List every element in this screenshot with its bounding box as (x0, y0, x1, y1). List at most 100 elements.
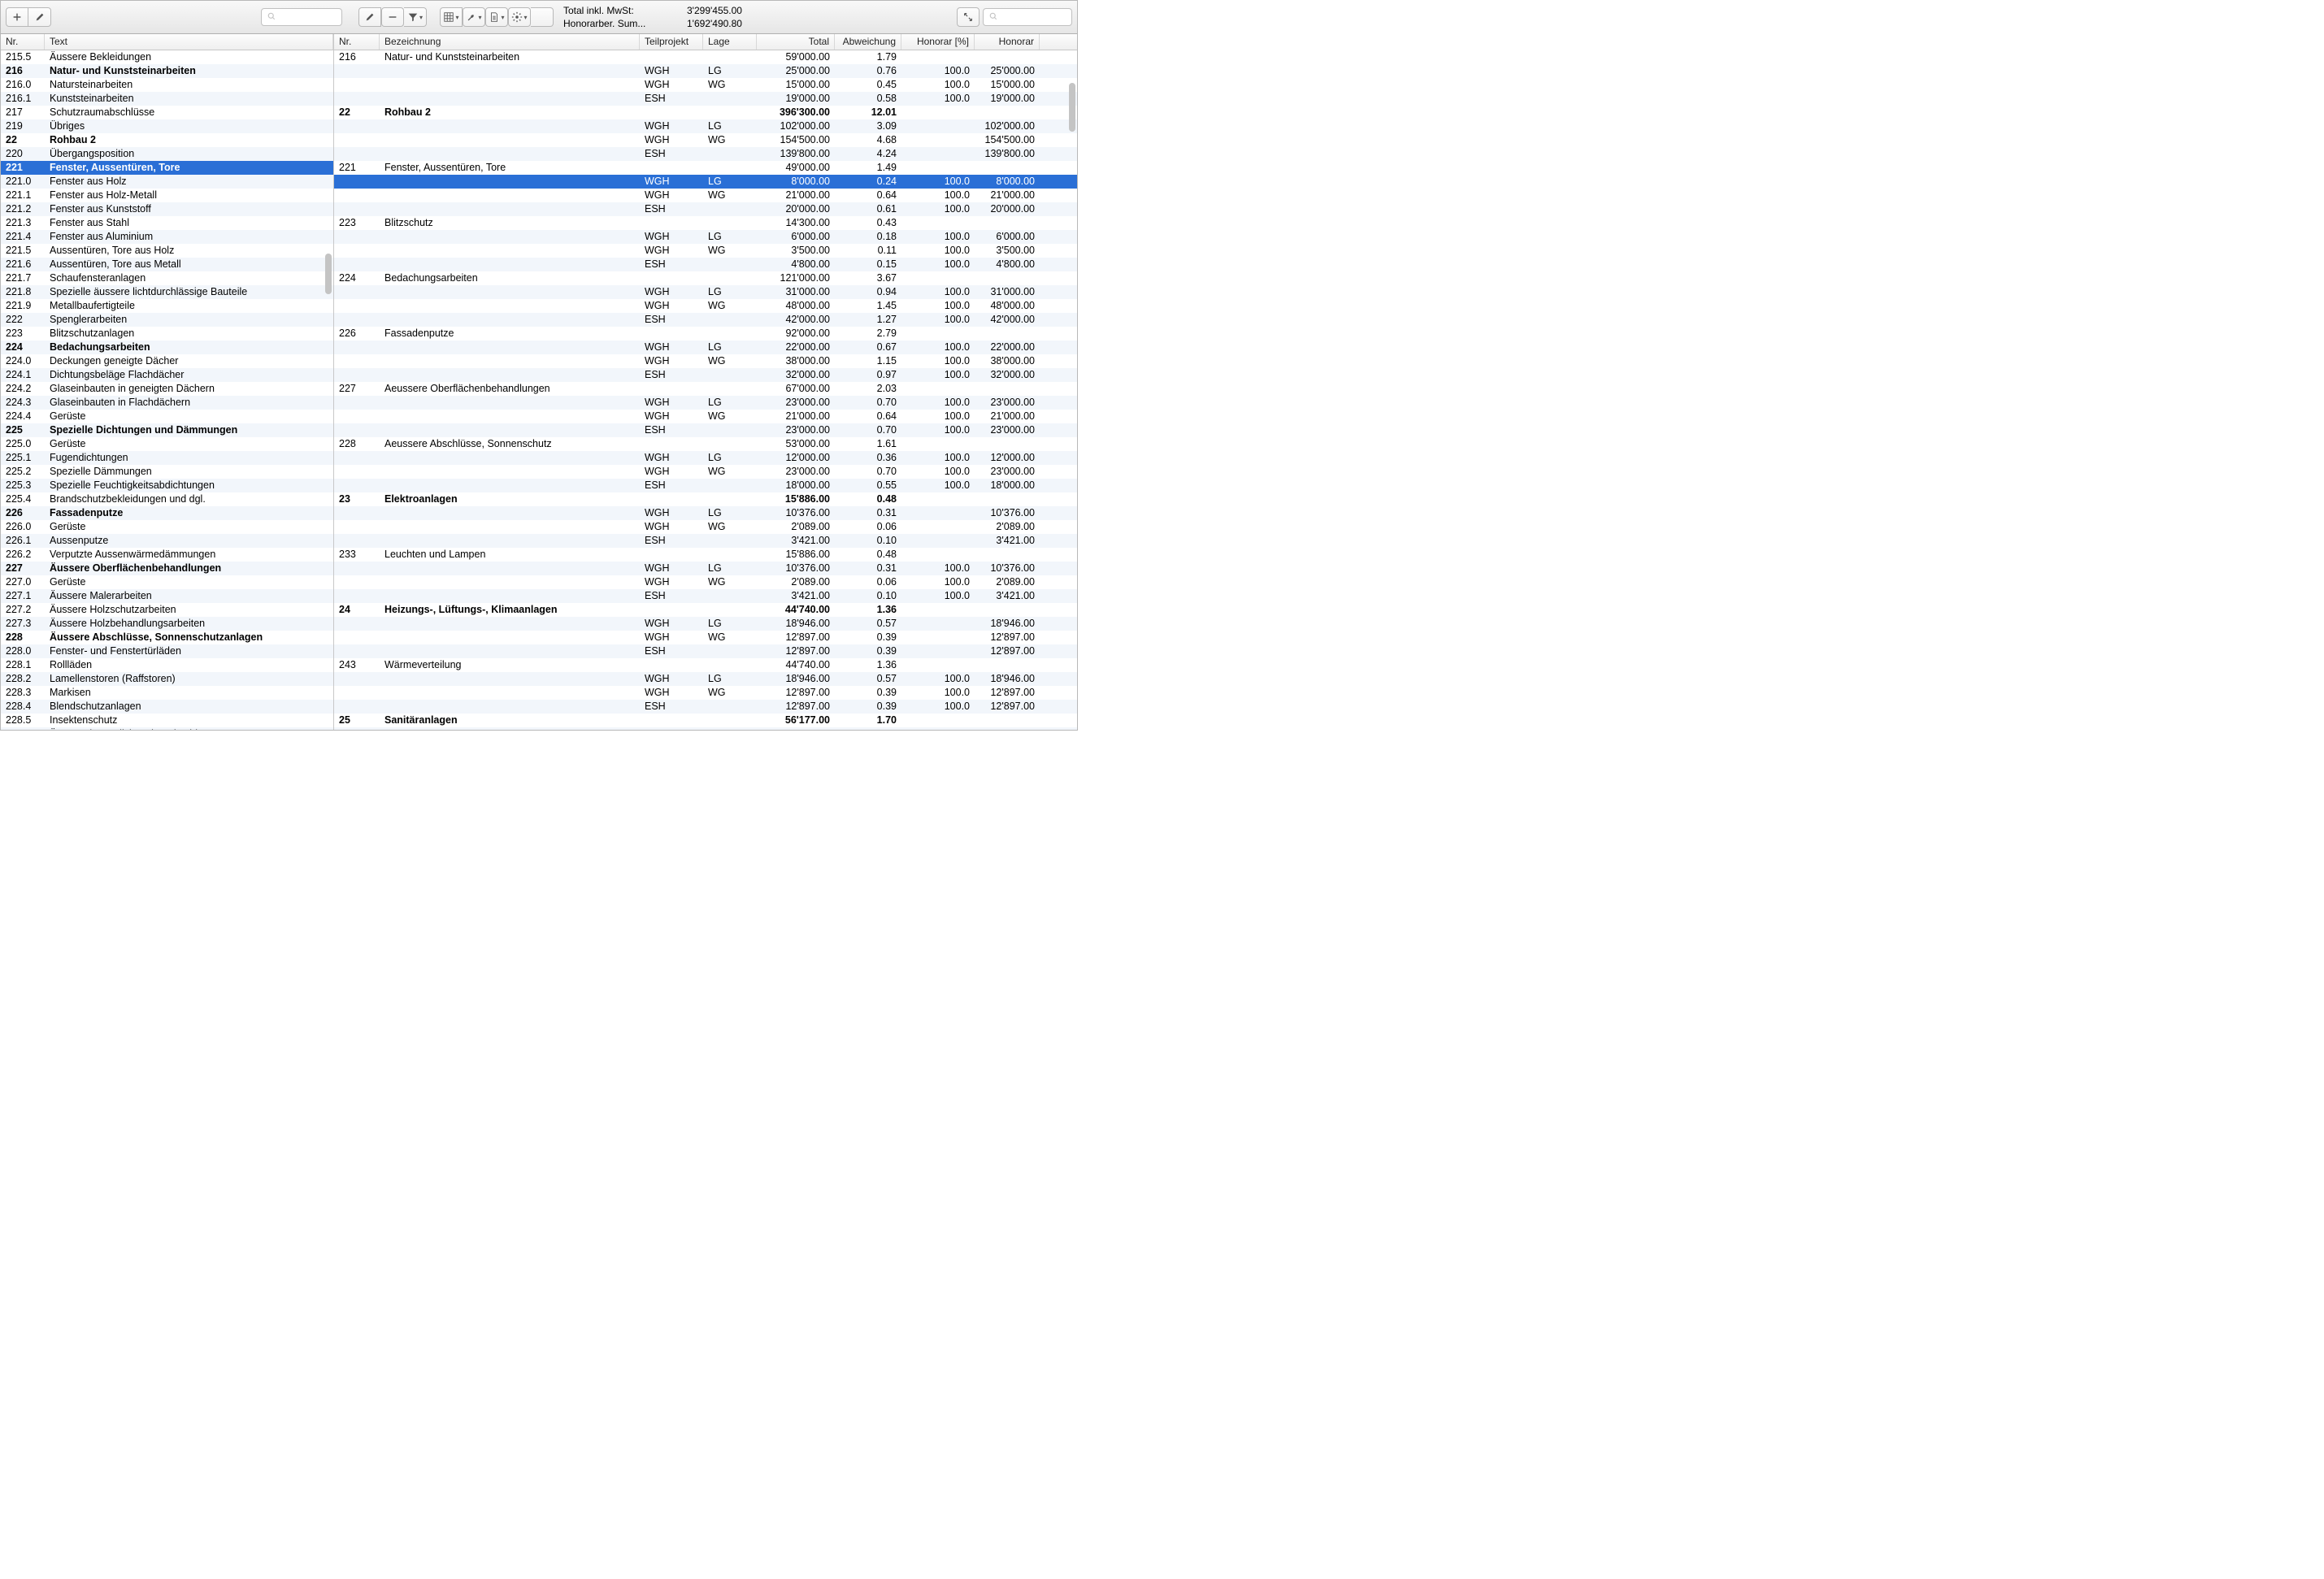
left-search[interactable] (261, 8, 342, 26)
table-row[interactable]: 228.1Rollläden (1, 658, 333, 672)
table-row[interactable]: 221.7Schaufensteranlagen (1, 271, 333, 285)
edit-button[interactable] (28, 7, 51, 27)
table-row[interactable]: 216Natur- und Kunststeinarbeiten (1, 64, 333, 78)
table-row[interactable]: 225.1Fugendichtungen (1, 451, 333, 465)
table-row[interactable]: WGHWG38'000.001.15100.038'000.00 (334, 354, 1077, 368)
table-row[interactable]: 221.5Aussentüren, Tore aus Holz (1, 244, 333, 258)
table-row[interactable]: 221Fenster, Aussentüren, Tore (1, 161, 333, 175)
table-row[interactable]: 228.2Lamellenstoren (Raffstoren) (1, 672, 333, 686)
expand-button[interactable] (957, 7, 980, 27)
table-row[interactable]: 227.3Äussere Holzbehandlungsarbeiten (1, 617, 333, 631)
table-row[interactable]: 219Übriges (1, 119, 333, 133)
table-row[interactable]: 227.1Äussere Malerarbeiten (1, 589, 333, 603)
table-row[interactable]: ESH139'800.004.24139'800.00 (334, 147, 1077, 161)
table-row[interactable]: 22Rohbau 2 (1, 133, 333, 147)
table-row[interactable]: 221.4Fenster aus Aluminium (1, 230, 333, 244)
table-row[interactable]: 216.1Kunststeinarbeiten (1, 92, 333, 106)
table-row[interactable]: WGHLG18'946.000.5718'946.00 (334, 617, 1077, 631)
table-row[interactable]: 228.5Insektenschutz (1, 714, 333, 727)
table-row[interactable]: WGHWG3'500.000.11100.03'500.00 (334, 244, 1077, 258)
table-row[interactable]: WGHLG6'000.000.18100.06'000.00 (334, 230, 1077, 244)
table-row[interactable]: 223Blitzschutz14'300.000.43 (334, 216, 1077, 230)
table-row[interactable]: ESH32'000.000.97100.032'000.00 (334, 368, 1077, 382)
table-row[interactable]: 222Spenglerarbeiten (1, 313, 333, 327)
table-row[interactable]: 225.3Spezielle Feuchtigkeitsabdichtungen (1, 479, 333, 492)
document-button[interactable]: ▾ (485, 7, 508, 27)
table-row[interactable]: 224.2Glaseinbauten in geneigten Dächern (1, 382, 333, 396)
right-search-input[interactable] (1001, 11, 1058, 23)
table-row[interactable]: ESH20'000.000.61100.020'000.00 (334, 202, 1077, 216)
table-row[interactable]: WGHLG10'376.000.31100.010'376.00 (334, 562, 1077, 575)
table-row[interactable]: WGHWG12'897.000.39100.012'897.00 (334, 686, 1077, 700)
table-row[interactable]: 228Aeussere Abschlüsse, Sonnenschutz53'0… (334, 437, 1077, 451)
right-search[interactable] (983, 8, 1072, 26)
table-row[interactable]: WGHLG10'376.000.3110'376.00 (334, 506, 1077, 520)
table-row[interactable]: 216.0Natursteinarbeiten (1, 78, 333, 92)
table-row[interactable]: ESH23'000.000.70100.023'000.00 (334, 423, 1077, 437)
table-row[interactable]: WGHLG102'000.003.09102'000.00 (334, 119, 1077, 133)
table-row[interactable]: 225.2Spezielle Dämmungen (1, 465, 333, 479)
col-honorar-pct[interactable]: Honorar [%] (901, 34, 975, 50)
table-row[interactable]: 228.4Blendschutzanlagen (1, 700, 333, 714)
table-row[interactable]: 221.2Fenster aus Kunststoff (1, 202, 333, 216)
table-row[interactable]: 221.9Metallbaufertigteile (1, 299, 333, 313)
table-row[interactable]: ESH18'000.000.55100.018'000.00 (334, 479, 1077, 492)
table-row[interactable]: WGHWG48'000.001.45100.048'000.00 (334, 299, 1077, 313)
table-row[interactable]: ESH4'800.000.15100.04'800.00 (334, 258, 1077, 271)
table-row[interactable]: 22Rohbau 2396'300.0012.01 (334, 106, 1077, 119)
table-row[interactable]: 225.4Brandschutzbekleidungen und dgl. (1, 492, 333, 506)
table-row[interactable]: WGHLG18'946.000.57100.018'946.00 (334, 672, 1077, 686)
table-row[interactable]: 224.1Dichtungsbeläge Flachdächer (1, 368, 333, 382)
table-row[interactable]: WGHLG23'000.000.70100.023'000.00 (334, 396, 1077, 410)
table-row[interactable]: 221.3Fenster aus Stahl (1, 216, 333, 230)
col-abweichung[interactable]: Abweichung (835, 34, 901, 50)
table-row[interactable]: ESH3'421.000.10100.03'421.00 (334, 589, 1077, 603)
table-row[interactable]: 226.0Gerüste (1, 520, 333, 534)
table-row[interactable]: 227Aeussere Oberflächenbehandlungen67'00… (334, 382, 1077, 396)
table-row[interactable]: ESH12'897.000.39100.012'897.00 (334, 700, 1077, 714)
table-row[interactable]: 227Äussere Oberflächenbehandlungen (1, 562, 333, 575)
table-row[interactable]: 25Sanitäranlagen56'177.001.70 (334, 714, 1077, 727)
table-row[interactable]: 23Elektroanlagen15'886.000.48 (334, 492, 1077, 506)
col-nr[interactable]: Nr. (334, 34, 380, 50)
gear-button[interactable]: ▾ (508, 7, 531, 27)
table-row[interactable]: 221Fenster, Aussentüren, Tore49'000.001.… (334, 161, 1077, 175)
col-text[interactable]: Text (45, 34, 333, 50)
table-row[interactable]: 227.2Äussere Holzschutzarbeiten (1, 603, 333, 617)
add-button[interactable] (6, 7, 28, 27)
table-row[interactable]: 216Natur- und Kunststeinarbeiten59'000.0… (334, 50, 1077, 64)
table-row[interactable]: WGHLG8'000.000.24100.08'000.00 (334, 175, 1077, 189)
col-total[interactable]: Total (757, 34, 835, 50)
table-row[interactable]: 224.3Glaseinbauten in Flachdächern (1, 396, 333, 410)
table-row[interactable]: ESH3'421.000.103'421.00 (334, 534, 1077, 548)
col-lage[interactable]: Lage (703, 34, 757, 50)
grid-button[interactable]: ▾ (440, 7, 463, 27)
right-body[interactable]: 216Natur- und Kunststeinarbeiten59'000.0… (334, 50, 1077, 730)
col-bezeichnung[interactable]: Bezeichnung (380, 34, 640, 50)
table-row[interactable]: 221.1Fenster aus Holz-Metall (1, 189, 333, 202)
right-scrollbar[interactable] (1067, 50, 1077, 730)
table-row[interactable]: 228.6Äussere bewegliche Gitterabschlüsse (1, 727, 333, 730)
table-row[interactable]: ESH42'000.001.27100.042'000.00 (334, 313, 1077, 327)
table-row[interactable]: WGHWG23'000.000.70100.023'000.00 (334, 465, 1077, 479)
table-row[interactable]: 24Heizungs-, Lüftungs-, Klimaanlagen44'7… (334, 603, 1077, 617)
filter-button[interactable]: ▾ (404, 7, 427, 27)
table-row[interactable]: 221.6Aussentüren, Tore aus Metall (1, 258, 333, 271)
left-scrollbar[interactable] (324, 50, 333, 730)
table-row[interactable]: WGHWG2'089.000.06100.02'089.00 (334, 575, 1077, 589)
table-row[interactable]: WGHWG21'000.000.64100.021'000.00 (334, 410, 1077, 423)
col-honorar[interactable]: Honorar (975, 34, 1040, 50)
minus-button[interactable] (381, 7, 404, 27)
table-row[interactable]: 228Äussere Abschlüsse, Sonnenschutzanlag… (1, 631, 333, 644)
table-row[interactable]: WGHWG2'089.000.062'089.00 (334, 520, 1077, 534)
table-row[interactable]: 227.0Gerüste (1, 575, 333, 589)
table-row[interactable]: WGHWG15'000.000.45100.015'000.00 (334, 78, 1077, 92)
table-row[interactable]: 226Fassadenputze (1, 506, 333, 520)
wrench-button[interactable]: ▾ (463, 7, 485, 27)
table-row[interactable]: ESH19'000.000.58100.019'000.00 (334, 92, 1077, 106)
table-row[interactable]: WGHLG12'000.000.36100.012'000.00 (334, 451, 1077, 465)
table-row[interactable]: WGHLG31'000.000.94100.031'000.00 (334, 285, 1077, 299)
col-nr[interactable]: Nr. (1, 34, 45, 50)
table-row[interactable]: ESH12'897.000.3912'897.00 (334, 644, 1077, 658)
table-row[interactable]: WGHLG22'000.000.67100.022'000.00 (334, 341, 1077, 354)
